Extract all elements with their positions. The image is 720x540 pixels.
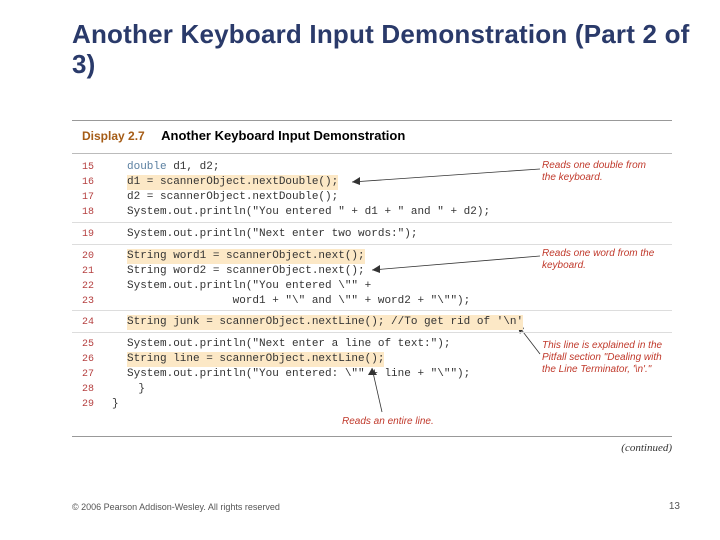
code-line: System.out.println("Next enter two words…: [127, 227, 417, 242]
line-number: 20: [82, 249, 94, 264]
code-line: System.out.println("You entered \"" +: [127, 279, 371, 294]
code-line: String word1 = scannerObject.next();: [127, 249, 365, 264]
code-line: }: [112, 382, 145, 397]
slide-title: Another Keyboard Input Demonstration (Pa…: [72, 20, 720, 80]
code-line: }: [112, 397, 119, 412]
code-line: System.out.println("You entered: \"" + l…: [127, 367, 470, 382]
line-number: 18: [82, 205, 94, 220]
line-number: 23: [82, 294, 94, 309]
code-line: String word2 = scannerObject.next();: [127, 264, 365, 279]
code-block: Reads one double from the keyboard. Read…: [72, 154, 672, 436]
line-number: 29: [82, 397, 94, 412]
line-number: 16: [82, 175, 94, 190]
line-number: 17: [82, 190, 94, 205]
code-line: d2 = scannerObject.nextDouble();: [127, 190, 338, 205]
code-line: System.out.println("You entered " + d1 +…: [127, 205, 490, 220]
line-number: 28: [82, 382, 94, 397]
line-number: 24: [82, 315, 94, 330]
code-line: String line = scannerObject.nextLine();: [127, 352, 384, 367]
page-number: 13: [669, 501, 680, 512]
code-line: String junk = scannerObject.nextLine(); …: [127, 315, 523, 330]
line-number: 25: [82, 337, 94, 352]
line-number: 19: [82, 227, 94, 242]
code-line: d1 = scannerObject.nextDouble();: [127, 175, 338, 190]
display-header: Display 2.7 Another Keyboard Input Demon…: [72, 121, 672, 154]
display-label: Display 2.7: [82, 129, 145, 143]
line-number: 26: [82, 352, 94, 367]
line-number: 27: [82, 367, 94, 382]
copyright-footer: © 2006 Pearson Addison-Wesley. All right…: [72, 502, 280, 512]
code-line: d1, d2;: [167, 161, 220, 173]
line-number: 15: [82, 160, 94, 175]
continued-label: (continued): [621, 442, 672, 454]
keyword-double: double: [127, 161, 167, 173]
code-line: word1 + "\" and \"" + word2 + "\"");: [127, 294, 470, 309]
code-line: System.out.println("Next enter a line of…: [127, 337, 450, 352]
line-number: 21: [82, 264, 94, 279]
display-title: Another Keyboard Input Demonstration: [161, 128, 405, 143]
line-number: 22: [82, 279, 94, 294]
display-box: Display 2.7 Another Keyboard Input Demon…: [72, 120, 672, 437]
